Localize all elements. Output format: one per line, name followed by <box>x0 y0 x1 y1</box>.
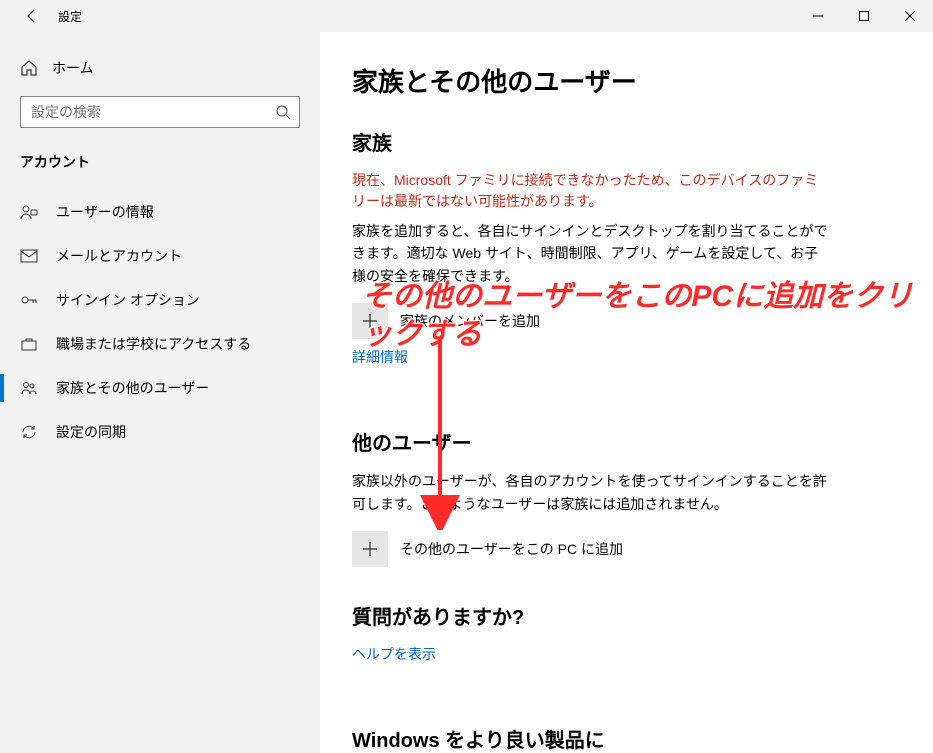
page-title: 家族とその他のユーザー <box>352 62 901 99</box>
sidebar-item-family-users[interactable]: 家族とその他のユーザー <box>0 366 320 410</box>
sidebar-item-signin[interactable]: サインイン オプション <box>0 278 320 322</box>
family-heading: 家族 <box>352 127 901 156</box>
feedback-heading: Windows をより良い製品に <box>352 724 901 753</box>
sidebar-item-label: サインイン オプション <box>56 290 200 310</box>
minimize-button[interactable] <box>795 0 841 32</box>
help-link[interactable]: ヘルプを表示 <box>352 644 436 664</box>
family-warning-text: 現在、Microsoft ファミリに接続できなかったため、このデバイスのファミリ… <box>352 170 832 212</box>
title-bar: 設定 <box>0 0 933 32</box>
add-other-user-row[interactable]: その他のユーザーをこの PC に追加 <box>352 531 901 567</box>
people-icon <box>20 379 38 397</box>
category-heading: アカウント <box>0 146 320 190</box>
family-description: 家族を追加すると、各自にサインインとデスクトップを割り当てることができます。適切… <box>352 220 832 287</box>
plus-icon <box>362 313 378 329</box>
sidebar-item-label: メールとアカウント <box>56 246 182 266</box>
others-heading: 他のユーザー <box>352 427 901 456</box>
search-icon <box>275 104 291 120</box>
close-button[interactable] <box>887 0 933 32</box>
window-title: 設定 <box>58 8 82 25</box>
maximize-icon <box>859 11 869 21</box>
plus-icon <box>362 541 378 557</box>
briefcase-icon <box>20 335 38 353</box>
sidebar-item-email[interactable]: メールとアカウント <box>0 234 320 278</box>
add-other-label: その他のユーザーをこの PC に追加 <box>400 539 623 559</box>
search-box[interactable] <box>20 96 300 128</box>
search-input[interactable] <box>29 103 275 121</box>
others-description: 家族以外のユーザーが、各自のアカウントを使ってサインインすることを許可します。こ… <box>352 470 832 515</box>
maximize-button[interactable] <box>841 0 887 32</box>
sidebar-item-work-school[interactable]: 職場または学校にアクセスする <box>0 322 320 366</box>
sidebar-item-label: 家族とその他のユーザー <box>56 378 209 398</box>
home-label: ホーム <box>52 58 94 78</box>
home-nav[interactable]: ホーム <box>0 50 320 86</box>
arrow-left-icon <box>24 8 40 24</box>
add-other-button[interactable] <box>352 531 388 567</box>
sidebar-item-user-info[interactable]: ユーザーの情報 <box>0 190 320 234</box>
key-icon <box>20 291 38 309</box>
family-details-link[interactable]: 詳細情報 <box>352 347 408 367</box>
add-family-member-row[interactable]: 家族のメンバーを追加 <box>352 303 901 339</box>
sidebar-item-label: 職場または学校にアクセスする <box>56 334 251 354</box>
sidebar-item-sync[interactable]: 設定の同期 <box>0 410 320 454</box>
sidebar: ホーム アカウント ユーザーの情報 メールとアカウント サインイン オプション <box>0 32 320 753</box>
sidebar-item-label: ユーザーの情報 <box>56 202 154 222</box>
add-family-button[interactable] <box>352 303 388 339</box>
add-family-label: 家族のメンバーを追加 <box>400 311 540 331</box>
close-icon <box>905 11 915 21</box>
home-icon <box>20 59 38 77</box>
mail-icon <box>20 247 38 265</box>
help-heading: 質問がありますか? <box>352 601 901 630</box>
sidebar-item-label: 設定の同期 <box>56 422 126 442</box>
minimize-icon <box>813 11 823 21</box>
user-icon <box>20 203 38 221</box>
main-content: 家族とその他のユーザー 家族 現在、Microsoft ファミリに接続できなかっ… <box>320 32 933 753</box>
sync-icon <box>20 423 38 441</box>
back-button[interactable] <box>20 4 44 28</box>
